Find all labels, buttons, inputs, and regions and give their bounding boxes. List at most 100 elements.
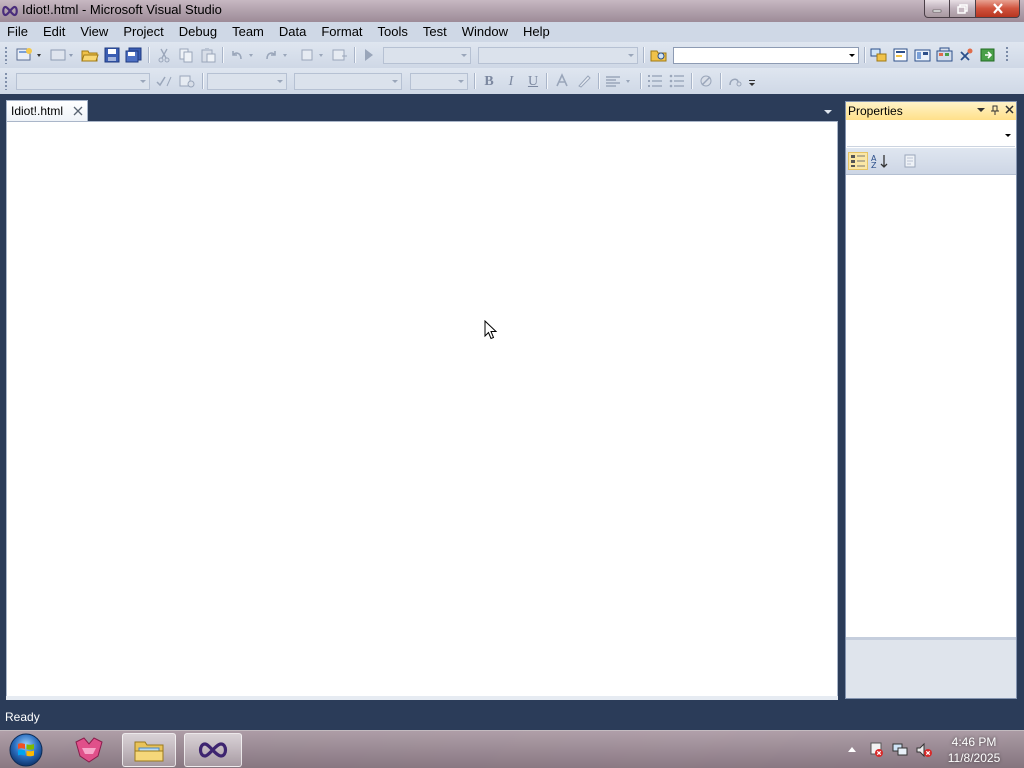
properties-title-bar[interactable]: Properties	[846, 102, 1016, 120]
start-debugging-button[interactable]	[360, 46, 378, 64]
active-files-dropdown-icon[interactable]	[824, 110, 832, 114]
font-size-dropdown[interactable]	[410, 73, 468, 90]
numbered-list-icon	[648, 75, 662, 87]
menu-view[interactable]: View	[72, 22, 115, 42]
infinity-logo-icon	[2, 5, 18, 17]
menu-project[interactable]: Project	[115, 22, 170, 42]
pin-icon[interactable]	[991, 105, 999, 115]
solution-platforms-dropdown[interactable]	[478, 47, 638, 64]
toolbar-separator	[640, 73, 641, 89]
highlight-color-button[interactable]	[574, 72, 594, 90]
save-button[interactable]	[102, 46, 122, 64]
undo-button[interactable]	[228, 46, 258, 64]
html-editor-surface[interactable]	[6, 121, 838, 698]
categorized-button[interactable]	[848, 152, 868, 170]
toolbar-overflow-button[interactable]	[746, 72, 758, 90]
close-button[interactable]	[976, 0, 1020, 18]
taskbar-app-tool[interactable]	[62, 733, 116, 767]
solution-configurations-dropdown[interactable]	[383, 47, 471, 64]
title-bar[interactable]: Idiot!.html - Microsoft Visual Studio	[0, 0, 1024, 23]
maximize-button[interactable]	[950, 0, 976, 18]
justify-dropdown-button[interactable]	[603, 72, 635, 90]
navigate-backward-button[interactable]	[298, 46, 328, 64]
alphabetical-button[interactable]: AZ	[870, 152, 890, 170]
bold-button[interactable]: B	[480, 73, 498, 90]
taskbar-file-explorer[interactable]	[122, 733, 176, 767]
properties-panel: Properties AZ	[845, 101, 1017, 699]
property-pages-icon	[904, 154, 916, 168]
redo-button[interactable]	[262, 46, 292, 64]
action-center-icon[interactable]	[868, 742, 884, 758]
toolbar-separator	[148, 47, 149, 63]
solution-explorer-button[interactable]	[869, 46, 889, 64]
property-grid[interactable]	[846, 175, 1016, 637]
taskbar-visual-studio[interactable]	[184, 733, 242, 767]
properties-title: Properties	[848, 104, 903, 118]
font-color-button[interactable]	[552, 72, 572, 90]
style-application-button[interactable]	[176, 72, 198, 90]
menu-bar: File Edit View Project Debug Team Data F…	[0, 22, 1024, 42]
italic-button[interactable]: I	[502, 73, 520, 90]
document-tab-label: Idiot!.html	[11, 104, 64, 118]
toolbar-overflow-button[interactable]	[1001, 46, 1015, 64]
minimize-button[interactable]	[924, 0, 950, 18]
system-clock[interactable]: 4:46 PM 11/8/2025	[940, 734, 1008, 766]
block-format-dropdown[interactable]	[207, 73, 287, 90]
remove-hyperlink-button[interactable]	[725, 72, 745, 90]
menu-window[interactable]: Window	[454, 22, 515, 42]
menu-test[interactable]: Test	[415, 22, 454, 42]
navigate-forward-button[interactable]	[330, 46, 350, 64]
menu-help[interactable]: Help	[515, 22, 557, 42]
cut-button[interactable]	[154, 46, 174, 64]
menu-data[interactable]: Data	[271, 22, 313, 42]
show-hidden-icons-button[interactable]	[848, 747, 856, 752]
copy-button[interactable]	[176, 46, 196, 64]
object-browser-icon	[914, 49, 931, 62]
save-all-icon	[125, 47, 142, 63]
object-selector-dropdown[interactable]	[847, 124, 1015, 147]
menu-team[interactable]: Team	[224, 22, 271, 42]
find-combo-input[interactable]	[673, 47, 859, 64]
volume-muted-icon[interactable]	[916, 742, 932, 758]
properties-window-button[interactable]	[891, 46, 911, 64]
font-name-dropdown[interactable]	[294, 73, 402, 90]
underline-button[interactable]: U	[524, 73, 542, 90]
document-tab[interactable]: Idiot!.html	[6, 100, 88, 122]
find-in-files-button[interactable]	[648, 46, 670, 64]
toolbar-separator	[864, 47, 865, 63]
start-button[interactable]	[6, 733, 46, 767]
start-page-button[interactable]	[979, 46, 999, 64]
window-position-icon[interactable]	[977, 105, 985, 115]
menu-format[interactable]: Format	[313, 22, 369, 42]
menu-file[interactable]: File	[0, 22, 35, 42]
convert-to-hyperlink-button[interactable]	[696, 72, 716, 90]
check-accessibility-button[interactable]	[154, 72, 174, 90]
menu-edit[interactable]: Edit	[35, 22, 72, 42]
find-in-files-icon	[650, 50, 667, 62]
close-icon[interactable]	[1005, 105, 1014, 115]
taskbar: 4:46 PM 11/8/2025	[0, 730, 1024, 768]
windows-orb-icon	[9, 733, 43, 767]
paste-button[interactable]	[198, 46, 218, 64]
chevron-down-icon	[392, 80, 398, 83]
extension-manager-button[interactable]	[957, 46, 977, 64]
toolbox-button[interactable]	[935, 46, 955, 64]
add-item-button[interactable]	[48, 46, 78, 64]
target-schema-dropdown[interactable]	[16, 73, 150, 90]
toolbar-grip[interactable]	[4, 72, 8, 90]
close-icon[interactable]	[73, 106, 83, 116]
property-pages-button[interactable]	[900, 152, 920, 170]
window-title: Idiot!.html - Microsoft Visual Studio	[22, 2, 222, 17]
object-browser-button[interactable]	[913, 46, 933, 64]
new-project-button[interactable]	[14, 46, 44, 64]
toolbar-grip[interactable]	[4, 46, 8, 64]
save-all-button[interactable]	[124, 46, 144, 64]
menu-debug[interactable]: Debug	[171, 22, 224, 42]
chevron-down-icon	[1005, 134, 1011, 137]
network-icon[interactable]	[892, 742, 908, 758]
property-description-pane	[846, 637, 1016, 698]
bulleted-list-button[interactable]	[667, 72, 687, 90]
open-file-button[interactable]	[80, 46, 100, 64]
numbered-list-button[interactable]	[645, 72, 665, 90]
menu-tools[interactable]: Tools	[370, 22, 415, 42]
